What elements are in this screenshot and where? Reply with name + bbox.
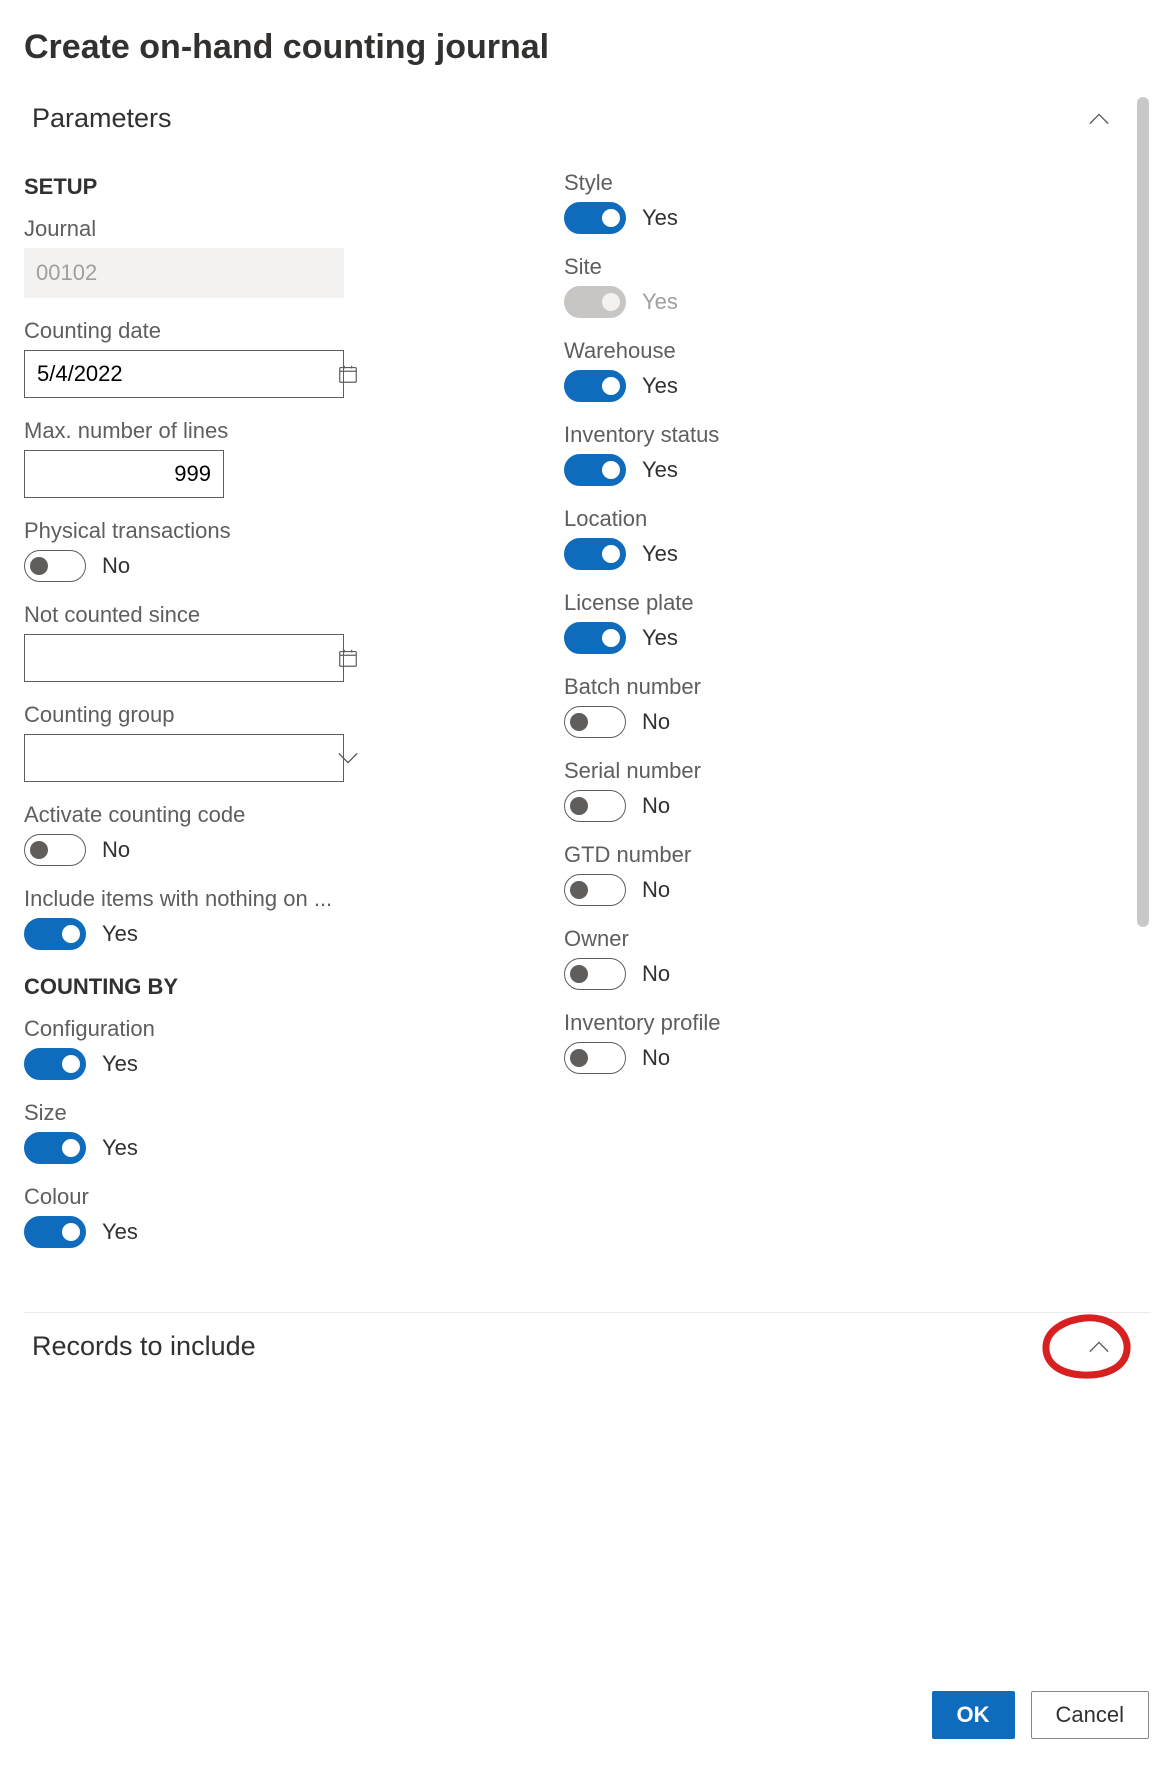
physical-transactions-label: Physical transactions xyxy=(24,518,414,544)
inventory-status-toggle[interactable] xyxy=(564,454,626,486)
gtd-number-label: GTD number xyxy=(564,842,954,868)
site-toggle xyxy=(564,286,626,318)
serial-number-text: No xyxy=(642,793,670,819)
cancel-button[interactable]: Cancel xyxy=(1031,1691,1149,1739)
inventory-profile-toggle[interactable] xyxy=(564,1042,626,1074)
size-text: Yes xyxy=(102,1135,138,1161)
chevron-up-icon xyxy=(1087,107,1111,131)
physical-transactions-text: No xyxy=(102,553,130,579)
activate-counting-code-toggle[interactable] xyxy=(24,834,86,866)
gtd-number-text: No xyxy=(642,877,670,903)
chevron-up-icon xyxy=(1087,1335,1111,1359)
physical-transactions-toggle[interactable] xyxy=(24,550,86,582)
setup-heading: SETUP xyxy=(24,174,414,200)
records-to-include-section-header[interactable]: Records to include xyxy=(24,1313,1151,1380)
journal-input: 00102 xyxy=(24,248,344,298)
serial-number-label: Serial number xyxy=(564,758,954,784)
warehouse-toggle[interactable] xyxy=(564,370,626,402)
records-to-include-title: Records to include xyxy=(32,1331,256,1362)
configuration-toggle[interactable] xyxy=(24,1048,86,1080)
chevron-down-icon[interactable] xyxy=(337,735,359,781)
counting-group-field[interactable] xyxy=(25,735,337,781)
license-plate-toggle[interactable] xyxy=(564,622,626,654)
colour-toggle[interactable] xyxy=(24,1216,86,1248)
location-toggle[interactable] xyxy=(564,538,626,570)
configuration-label: Configuration xyxy=(24,1016,414,1042)
owner-toggle[interactable] xyxy=(564,958,626,990)
batch-number-toggle[interactable] xyxy=(564,706,626,738)
batch-number-label: Batch number xyxy=(564,674,954,700)
scrollbar[interactable] xyxy=(1137,97,1149,927)
license-plate-text: Yes xyxy=(642,625,678,651)
warehouse-text: Yes xyxy=(642,373,678,399)
site-label: Site xyxy=(564,254,954,280)
max-lines-input[interactable] xyxy=(24,450,224,498)
scrollbar-thumb[interactable] xyxy=(1137,97,1149,927)
counting-by-heading: COUNTING BY xyxy=(24,974,414,1000)
journal-label: Journal xyxy=(24,216,414,242)
batch-number-text: No xyxy=(642,709,670,735)
size-label: Size xyxy=(24,1100,414,1126)
size-toggle[interactable] xyxy=(24,1132,86,1164)
include-items-text: Yes xyxy=(102,921,138,947)
counting-date-field[interactable] xyxy=(25,351,337,397)
ok-button[interactable]: OK xyxy=(932,1691,1015,1739)
site-text: Yes xyxy=(642,289,678,315)
not-counted-since-field[interactable] xyxy=(25,635,337,681)
colour-label: Colour xyxy=(24,1184,414,1210)
colour-text: Yes xyxy=(102,1219,138,1245)
parameters-section-title: Parameters xyxy=(32,103,172,134)
inventory-profile-label: Inventory profile xyxy=(564,1010,954,1036)
counting-date-input[interactable] xyxy=(24,350,344,398)
counting-date-label: Counting date xyxy=(24,318,414,344)
warehouse-label: Warehouse xyxy=(564,338,954,364)
not-counted-since-label: Not counted since xyxy=(24,602,414,628)
counting-group-label: Counting group xyxy=(24,702,414,728)
dialog-title: Create on-hand counting journal xyxy=(24,28,1151,67)
location-label: Location xyxy=(564,506,954,532)
calendar-icon[interactable] xyxy=(337,351,359,397)
style-toggle[interactable] xyxy=(564,202,626,234)
gtd-number-toggle[interactable] xyxy=(564,874,626,906)
not-counted-since-input[interactable] xyxy=(24,634,344,682)
location-text: Yes xyxy=(642,541,678,567)
owner-label: Owner xyxy=(564,926,954,952)
style-text: Yes xyxy=(642,205,678,231)
serial-number-toggle[interactable] xyxy=(564,790,626,822)
activate-counting-code-label: Activate counting code xyxy=(24,802,414,828)
parameters-section-header[interactable]: Parameters xyxy=(24,97,1151,140)
license-plate-label: License plate xyxy=(564,590,954,616)
max-lines-label: Max. number of lines xyxy=(24,418,414,444)
counting-group-dropdown[interactable] xyxy=(24,734,344,782)
annotation-circle xyxy=(1035,1312,1135,1382)
include-items-toggle[interactable] xyxy=(24,918,86,950)
include-items-label: Include items with nothing on ... xyxy=(24,886,414,912)
inventory-profile-text: No xyxy=(642,1045,670,1071)
activate-counting-code-text: No xyxy=(102,837,130,863)
calendar-icon[interactable] xyxy=(337,635,359,681)
configuration-text: Yes xyxy=(102,1051,138,1077)
inventory-status-label: Inventory status xyxy=(564,422,954,448)
inventory-status-text: Yes xyxy=(642,457,678,483)
owner-text: No xyxy=(642,961,670,987)
style-label: Style xyxy=(564,170,954,196)
